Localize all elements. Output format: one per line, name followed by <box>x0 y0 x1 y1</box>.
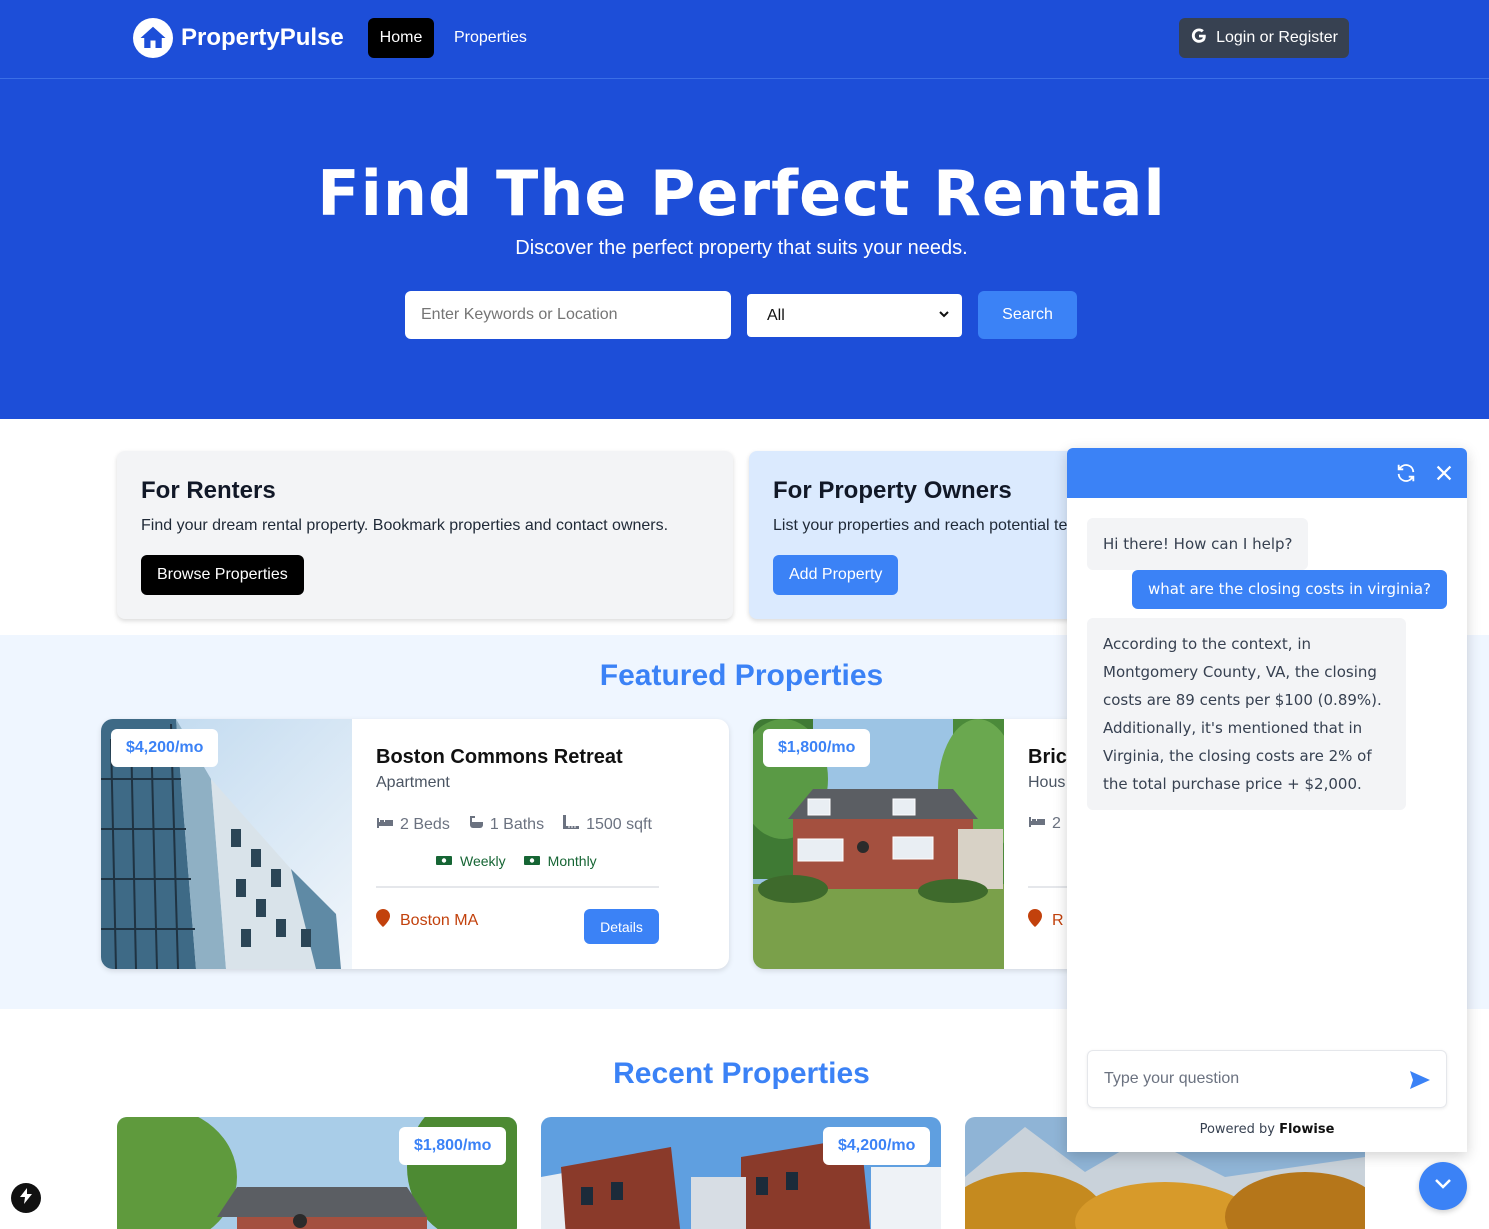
close-icon[interactable] <box>1433 462 1455 488</box>
property-type-select[interactable]: All <box>747 294 962 337</box>
chat-input-placeholder: Type your question <box>1104 1070 1240 1087</box>
details-button[interactable]: Details <box>584 909 659 944</box>
beds-count: 2 <box>1052 814 1061 832</box>
beds-count: 2 Beds <box>400 815 450 833</box>
chat-toggle-button[interactable] <box>1419 1162 1467 1210</box>
browse-properties-button[interactable]: Browse Properties <box>141 555 304 595</box>
bot-message: According to the context, in Montgomery … <box>1087 618 1406 810</box>
bot-message: Hi there! How can I help? <box>1087 518 1309 570</box>
renters-title: For Renters <box>141 477 276 504</box>
chat-input[interactable]: Type your question <box>1087 1050 1447 1108</box>
powered-by-brand[interactable]: Flowise <box>1279 1122 1334 1137</box>
owners-title: For Property Owners <box>773 477 1012 504</box>
property-type: Apartment <box>376 774 450 791</box>
powered-by: Powered by Flowise <box>1067 1122 1467 1137</box>
location-text: R <box>1052 911 1064 929</box>
location-text: Boston MA <box>400 911 479 929</box>
chat-header <box>1067 448 1467 498</box>
property-name[interactable]: Boston Commons Retreat <box>376 746 623 769</box>
renters-text: Find your dream rental property. Bookmar… <box>141 517 669 534</box>
money-icon <box>436 853 452 869</box>
rental-rates: Weekly Monthly <box>436 853 597 869</box>
baths-count: 1 Baths <box>489 815 545 833</box>
property-type: Hous <box>1028 774 1066 791</box>
bath-icon <box>468 814 484 835</box>
property-location: Boston MA <box>376 909 478 932</box>
rate-weekly: Weekly <box>460 853 506 869</box>
chevron-down-icon <box>1433 1177 1453 1196</box>
bolt-icon <box>19 1187 33 1209</box>
money-icon <box>523 853 540 869</box>
dev-tools-badge[interactable] <box>11 1183 41 1213</box>
search-input[interactable] <box>405 291 731 339</box>
nav-home-link[interactable]: Home <box>368 18 434 58</box>
recent-property-card[interactable]: $1,800/mo <box>117 1117 517 1229</box>
bed-icon <box>1028 814 1046 833</box>
login-register-button[interactable]: Login or Register <box>1179 18 1349 58</box>
owners-text: List your properties and reach potential… <box>773 517 1068 534</box>
chat-widget: Hi there! How can I help? what are the c… <box>1067 448 1467 1152</box>
powered-by-prefix: Powered by <box>1199 1122 1275 1137</box>
add-property-button[interactable]: Add Property <box>773 555 899 595</box>
featured-card[interactable]: $4,200/mo Boston Commons Retreat Apartme… <box>101 719 729 969</box>
price-badge: $4,200/mo <box>111 729 219 767</box>
login-register-label: Login or Register <box>1216 29 1338 46</box>
search-button[interactable]: Search <box>978 291 1077 339</box>
map-pin-icon <box>376 909 390 932</box>
brand-logo[interactable]: PropertyPulse <box>133 18 344 58</box>
recent-property-card[interactable]: $4,200/mo <box>541 1117 941 1229</box>
map-pin-icon <box>1028 909 1042 932</box>
property-specs: 2 <box>1028 814 1061 833</box>
google-icon <box>1190 27 1208 50</box>
sqft-value: 1500 sqft <box>586 815 652 833</box>
user-message: what are the closing costs in virginia? <box>1131 570 1447 609</box>
home-icon <box>133 18 173 58</box>
property-location: R <box>1028 909 1064 932</box>
price-badge: $4,200/mo <box>823 1127 931 1165</box>
rate-monthly: Monthly <box>547 853 597 869</box>
ruler-icon <box>562 814 580 835</box>
brand-name: PropertyPulse <box>181 24 344 51</box>
hero-subtitle: Discover the perfect property that suits… <box>515 237 968 259</box>
refresh-icon[interactable] <box>1395 462 1417 488</box>
property-specs: 2 Beds 1 Baths 1500 sqft <box>376 814 652 835</box>
hero-title: Find The Perfect Rental <box>317 157 1166 230</box>
property-type-value: All <box>767 306 785 324</box>
hero-section: Find The Perfect Rental Discover the per… <box>0 79 1489 419</box>
top-navbar: PropertyPulse Home Properties Login or R… <box>0 0 1489 79</box>
renters-card: For Renters Find your dream rental prope… <box>117 451 733 619</box>
price-badge: $1,800/mo <box>763 729 871 767</box>
card-divider <box>376 886 659 888</box>
nav-properties-link[interactable]: Properties <box>454 18 527 58</box>
bed-icon <box>376 815 394 834</box>
property-name[interactable]: Bric <box>1028 746 1067 769</box>
chevron-down-icon <box>938 307 950 325</box>
price-badge: $1,800/mo <box>399 1127 507 1165</box>
send-icon[interactable] <box>1409 1070 1431 1094</box>
